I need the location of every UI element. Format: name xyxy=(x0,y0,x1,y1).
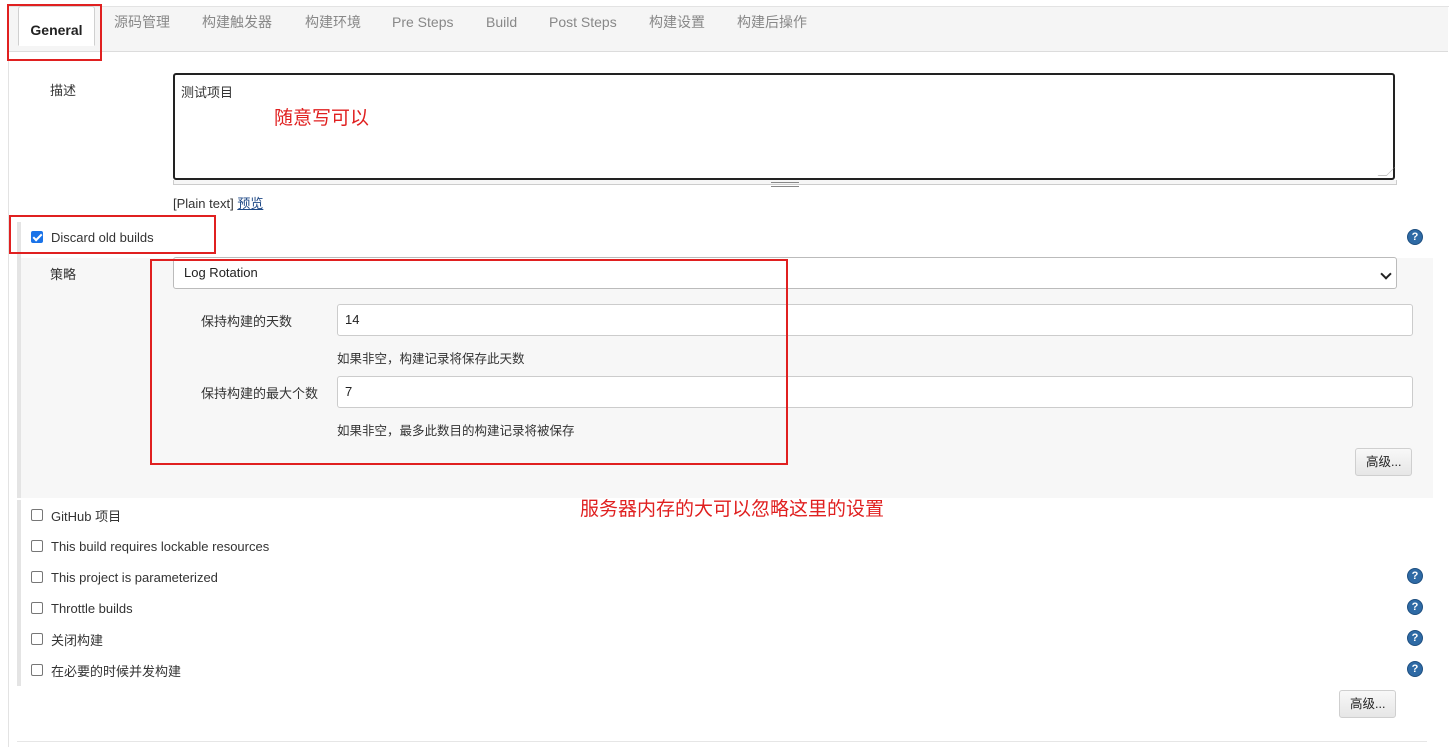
help-icon[interactable]: ? xyxy=(1407,630,1423,646)
description-value: 测试项目 xyxy=(181,85,234,100)
chevron-down-icon xyxy=(1380,268,1392,280)
format-note: [Plain text] xyxy=(173,196,234,211)
resize-grip-icon[interactable] xyxy=(1377,167,1396,176)
help-icon[interactable]: ? xyxy=(1407,568,1423,584)
general-advanced-button[interactable]: 高级... xyxy=(1339,690,1397,718)
parameterized-checkbox[interactable] xyxy=(31,571,43,583)
option-label: This build requires lockable resources xyxy=(51,538,270,554)
discard-advanced-button[interactable]: 高级... xyxy=(1355,448,1413,476)
lockable-resources-checkbox[interactable] xyxy=(31,540,43,552)
option-label: 在必要的时候并发构建 xyxy=(51,663,182,679)
tab-post-steps[interactable]: Post Steps xyxy=(549,0,617,44)
concurrent-builds-checkbox[interactable] xyxy=(31,664,43,676)
tab-source-control[interactable]: 源码管理 xyxy=(114,0,170,44)
section-indent-bar xyxy=(17,222,21,498)
option-lockable-resources[interactable]: This build requires lockable resources xyxy=(31,537,269,555)
github-project-checkbox[interactable] xyxy=(31,509,43,521)
preview-link[interactable]: 预览 xyxy=(237,196,263,211)
strategy-label: 策略 xyxy=(50,267,77,282)
tab-pre-steps[interactable]: Pre Steps xyxy=(392,0,453,44)
annotation-description-note: 随意写可以 xyxy=(274,108,370,129)
option-throttle-builds[interactable]: Throttle builds xyxy=(31,599,133,617)
throttle-builds-checkbox[interactable] xyxy=(31,602,43,614)
drag-handle-icon[interactable] xyxy=(771,182,799,187)
section-divider xyxy=(17,741,1427,742)
option-label: GitHub 项目 xyxy=(51,508,122,524)
option-label: Throttle builds xyxy=(51,600,133,616)
tab-build[interactable]: Build xyxy=(486,0,517,44)
annotation-box-discard xyxy=(9,215,216,254)
tab-build-triggers[interactable]: 构建触发器 xyxy=(202,0,272,44)
option-concurrent-builds[interactable]: 在必要的时候并发构建 xyxy=(31,661,181,679)
option-label: This project is parameterized xyxy=(51,569,218,585)
help-icon[interactable]: ? xyxy=(1407,661,1423,677)
description-label: 描述 xyxy=(50,83,77,98)
annotation-discard-note: 服务器内存的大可以忽略这里的设置 xyxy=(580,499,885,520)
option-disable-build[interactable]: 关闭构建 xyxy=(31,630,103,648)
option-label: 关闭构建 xyxy=(51,632,104,648)
annotation-box-rotation-settings xyxy=(150,259,788,465)
help-icon[interactable]: ? xyxy=(1407,599,1423,615)
option-parameterized[interactable]: This project is parameterized xyxy=(31,568,218,586)
tab-build-settings[interactable]: 构建设置 xyxy=(649,0,705,44)
help-icon[interactable]: ? xyxy=(1407,229,1423,245)
tab-post-build-actions[interactable]: 构建后操作 xyxy=(737,0,807,44)
description-format-row: [Plain text] 预览 xyxy=(173,193,263,212)
tab-build-environment[interactable]: 构建环境 xyxy=(305,0,361,44)
annotation-box-general-tab xyxy=(7,4,102,61)
options-indent-bar xyxy=(17,500,21,686)
disable-build-checkbox[interactable] xyxy=(31,633,43,645)
option-github-project[interactable]: GitHub 项目 xyxy=(31,506,121,524)
